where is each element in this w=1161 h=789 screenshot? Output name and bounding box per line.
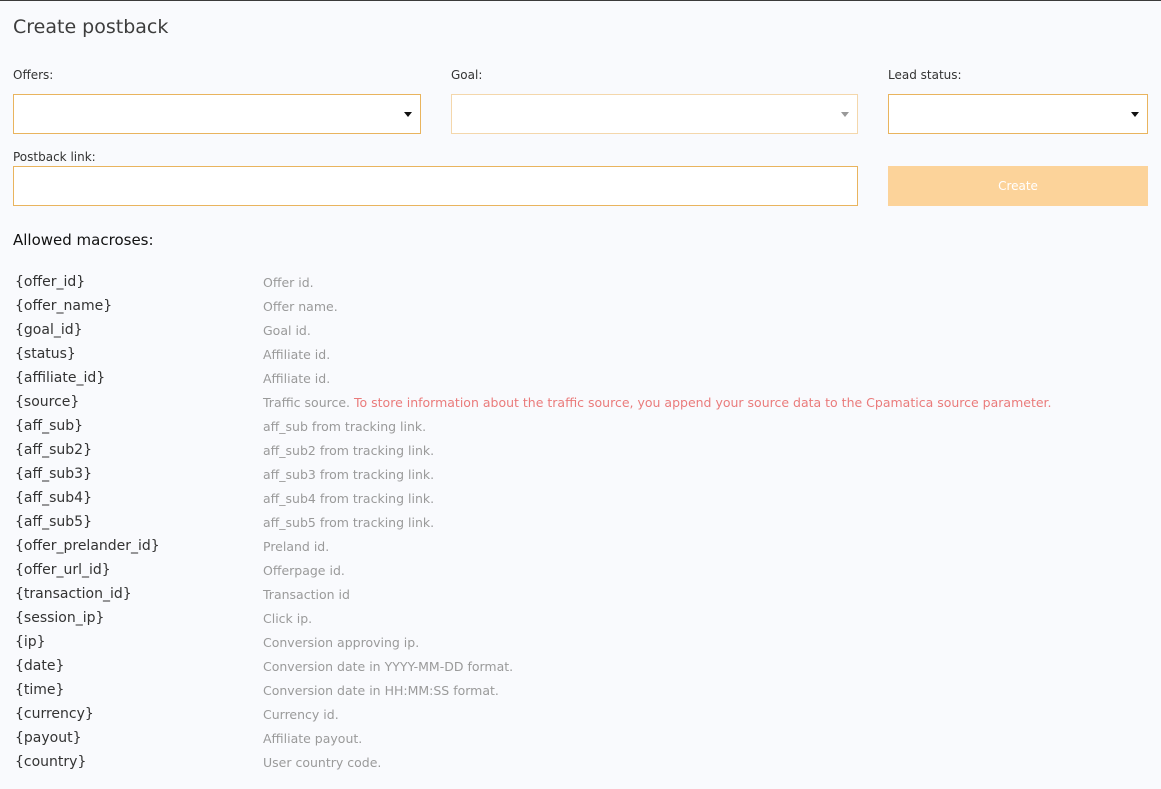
macro-row: {offer_id} Offer id. [15, 270, 1155, 294]
macro-description: aff_sub5 from tracking link. [263, 514, 435, 530]
macro-description: aff_sub2 from tracking link. [263, 442, 435, 458]
caret-down-icon [841, 112, 849, 117]
macro-description: Currency id. [263, 706, 339, 722]
macro-row: {source} Traffic source. To store informat… [15, 390, 1155, 414]
macros-heading: Allowed macroses: [13, 231, 154, 249]
macro-key: {aff_sub2} [15, 442, 92, 458]
macro-key: {goal_id} [15, 322, 83, 338]
macro-description: Offer id. [263, 274, 314, 290]
macro-description: Affiliate id. [263, 370, 331, 386]
macro-row: {aff_sub} aff_sub from tracking link. [15, 414, 1155, 438]
macro-key: {affiliate_id} [15, 370, 106, 386]
macro-key: {offer_url_id} [15, 562, 111, 578]
macro-key: {ip} [15, 634, 46, 650]
macro-description: User country code. [263, 754, 382, 770]
macro-key: {aff_sub3} [15, 466, 92, 482]
macro-description: Offer name. [263, 298, 338, 314]
macro-description: Traffic source. [263, 394, 351, 410]
macro-list: {offer_id} Offer id. {offer_name} Offer nam… [15, 270, 1155, 774]
macro-description: Affiliate payout. [263, 730, 363, 746]
macro-description: aff_sub4 from tracking link. [263, 490, 435, 506]
macro-description: Goal id. [263, 322, 311, 338]
offers-select[interactable] [13, 94, 421, 134]
macro-key: {time} [15, 682, 65, 698]
macro-row: {transaction_id} Transaction id [15, 582, 1155, 606]
macro-row: {offer_name} Offer name. [15, 294, 1155, 318]
goal-select[interactable] [451, 94, 858, 134]
macro-row: {payout} Affiliate payout. [15, 726, 1155, 750]
macro-description: aff_sub3 from tracking link. [263, 466, 435, 482]
macro-row: {status} Affiliate id. [15, 342, 1155, 366]
macro-description: Conversion date in HH:MM:SS format. [263, 682, 499, 698]
postback-link-label: Postback link: [13, 150, 96, 164]
macro-row: {goal_id} Goal id. [15, 318, 1155, 342]
macro-description: Conversion date in YYYY-MM-DD format. [263, 658, 514, 674]
macro-description: Affiliate id. [263, 346, 331, 362]
macro-key: {offer_name} [15, 298, 113, 314]
page-title: Create postback [13, 16, 169, 38]
macro-description: aff_sub from tracking link. [263, 418, 427, 434]
macro-description: Transaction id [263, 586, 350, 602]
macro-key: {aff_sub5} [15, 514, 92, 530]
caret-down-icon [404, 112, 412, 117]
goal-label: Goal: [451, 68, 483, 82]
macro-description: Click ip. [263, 610, 313, 626]
macro-row: {aff_sub5} aff_sub5 from tracking link. [15, 510, 1155, 534]
macro-row: {aff_sub2} aff_sub2 from tracking link. [15, 438, 1155, 462]
postback-link-input[interactable] [13, 166, 858, 206]
macro-key: {aff_sub} [15, 418, 84, 434]
macro-row: {ip} Conversion approving ip. [15, 630, 1155, 654]
lead-status-label: Lead status: [888, 68, 962, 82]
macro-row: {session_ip} Click ip. [15, 606, 1155, 630]
macro-row: {affiliate_id} Affiliate id. [15, 366, 1155, 390]
macro-row: {date} Conversion date in YYYY-MM-DD form… [15, 654, 1155, 678]
macro-key: {source} [15, 394, 80, 410]
macro-key: {session_ip} [15, 610, 105, 626]
macro-key: {country} [15, 754, 87, 770]
macro-note: To store information about the traffic s… [354, 394, 1052, 410]
macro-row: {offer_url_id} Offerpage id. [15, 558, 1155, 582]
macro-row: {time} Conversion date in HH:MM:SS format… [15, 678, 1155, 702]
macro-row: {aff_sub3} aff_sub3 from tracking link. [15, 462, 1155, 486]
macro-key: {offer_prelander_id} [15, 538, 160, 554]
create-button[interactable]: Create [888, 166, 1148, 206]
macro-row: {country} User country code. [15, 750, 1155, 774]
lead-status-select[interactable] [888, 94, 1148, 134]
macro-key: {transaction_id} [15, 586, 132, 602]
macro-row: {currency} Currency id. [15, 702, 1155, 726]
macro-description: Conversion approving ip. [263, 634, 420, 650]
macro-key: {offer_id} [15, 274, 86, 290]
macro-key: {payout} [15, 730, 82, 746]
macro-key: {date} [15, 658, 65, 674]
macro-key: {currency} [15, 706, 94, 722]
macro-key: {aff_sub4} [15, 490, 92, 506]
macro-description: Preland id. [263, 538, 330, 554]
offers-label: Offers: [13, 68, 54, 82]
macro-row: {offer_prelander_id} Preland id. [15, 534, 1155, 558]
macro-row: {aff_sub4} aff_sub4 from tracking link. [15, 486, 1155, 510]
caret-down-icon [1131, 112, 1139, 117]
macro-description: Offerpage id. [263, 562, 345, 578]
macro-key: {status} [15, 346, 76, 362]
